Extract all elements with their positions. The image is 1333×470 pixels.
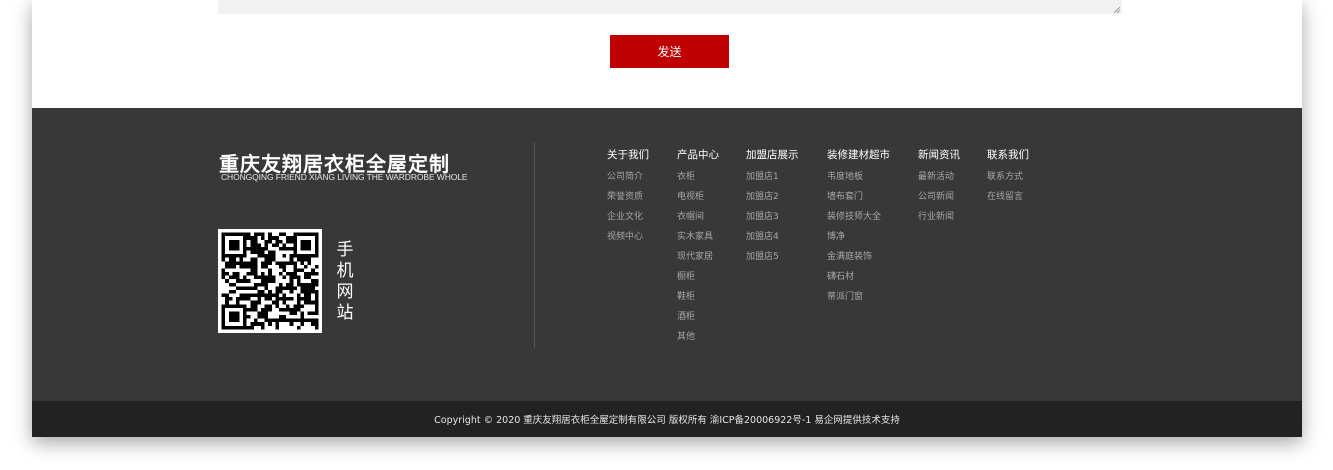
- footer-column-title[interactable]: 产品中心: [677, 148, 719, 162]
- footer-column-title[interactable]: 加盟店展示: [746, 148, 799, 162]
- footer-link[interactable]: 金满庭装饰: [827, 252, 890, 272]
- footer-column-title[interactable]: 关于我们: [607, 148, 649, 162]
- copyright-bar: Copyright © 2020 重庆友翔居衣柜全屋定制有限公司 版权所有 渝I…: [32, 401, 1302, 437]
- footer-link[interactable]: 加盟店5: [746, 252, 799, 272]
- footer-divider: [534, 142, 535, 348]
- footer-link[interactable]: 礴石材: [827, 272, 890, 292]
- footer-brand-slogan: CHONGQING FRIEND XIANG LIVING THE WARDRO…: [221, 172, 468, 182]
- footer-link[interactable]: 加盟店1: [746, 172, 799, 192]
- footer-link[interactable]: 最新活动: [918, 172, 960, 192]
- footer-link[interactable]: 公司新闻: [918, 192, 960, 212]
- footer-link[interactable]: 韦度地板: [827, 172, 890, 192]
- footer-link-list: 韦度地板 墙布套门 装修技师大全 博净 金满庭装饰 礴石材 蒂派门窗: [827, 172, 890, 312]
- footer-link[interactable]: 衣柜: [677, 172, 719, 192]
- footer-link[interactable]: 实木家具: [677, 232, 719, 252]
- page: 发送 重庆友翔居衣柜全屋定制 CHONGQING FRIEND XIANG LI…: [32, 0, 1302, 437]
- footer-column-news: 新闻资讯 最新活动 公司新闻 行业新闻: [918, 148, 960, 232]
- footer-link[interactable]: 墙布套门: [827, 192, 890, 212]
- footer-link-list: 最新活动 公司新闻 行业新闻: [918, 172, 960, 232]
- copyright-text: Copyright © 2020 重庆友翔居衣柜全屋定制有限公司 版权所有 渝I…: [434, 415, 900, 426]
- footer-link[interactable]: 公司简介: [607, 172, 649, 192]
- footer-column-title[interactable]: 装修建材超市: [827, 148, 890, 162]
- footer: 重庆友翔居衣柜全屋定制 CHONGQING FRIEND XIANG LIVIN…: [32, 108, 1302, 401]
- footer-link-list: 公司简介 荣誉资质 企业文化 视频中心: [607, 172, 649, 252]
- footer-link[interactable]: 加盟店2: [746, 192, 799, 212]
- footer-link[interactable]: 其他: [677, 332, 719, 352]
- mobile-site-label: 手机网站: [336, 240, 354, 323]
- footer-link[interactable]: 蒂派门窗: [827, 292, 890, 312]
- footer-column-contact: 联系我们 联系方式 在线留言: [987, 148, 1029, 212]
- footer-link[interactable]: 现代家居: [677, 252, 719, 272]
- footer-column-title[interactable]: 新闻资讯: [918, 148, 960, 162]
- send-button[interactable]: 发送: [610, 35, 729, 68]
- footer-link[interactable]: 加盟店3: [746, 212, 799, 232]
- qr-code-icon: [218, 229, 322, 333]
- footer-link-list: 联系方式 在线留言: [987, 172, 1029, 212]
- footer-link[interactable]: 酒柜: [677, 312, 719, 332]
- footer-column-stores: 加盟店展示 加盟店1 加盟店2 加盟店3 加盟店4 加盟店5: [746, 148, 799, 272]
- footer-link[interactable]: 视频中心: [607, 232, 649, 252]
- resize-handle-icon[interactable]: [1114, 7, 1120, 13]
- footer-link[interactable]: 荣誉资质: [607, 192, 649, 212]
- footer-link[interactable]: 联系方式: [987, 172, 1029, 192]
- footer-link[interactable]: 橱柜: [677, 272, 719, 292]
- footer-link[interactable]: 加盟店4: [746, 232, 799, 252]
- footer-link[interactable]: 电视柜: [677, 192, 719, 212]
- footer-link[interactable]: 博净: [827, 232, 890, 252]
- footer-link[interactable]: 装修技师大全: [827, 212, 890, 232]
- footer-column-about: 关于我们 公司简介 荣誉资质 企业文化 视频中心: [607, 148, 649, 252]
- footer-link[interactable]: 在线留言: [987, 192, 1029, 212]
- footer-link-list: 加盟店1 加盟店2 加盟店3 加盟店4 加盟店5: [746, 172, 799, 272]
- footer-link[interactable]: 企业文化: [607, 212, 649, 232]
- footer-column-materials: 装修建材超市 韦度地板 墙布套门 装修技师大全 博净 金满庭装饰 礴石材 蒂派门窗: [827, 148, 890, 312]
- message-textarea[interactable]: [218, 0, 1122, 14]
- footer-link[interactable]: 鞋柜: [677, 292, 719, 312]
- footer-column-title[interactable]: 联系我们: [987, 148, 1029, 162]
- footer-link[interactable]: 行业新闻: [918, 212, 960, 232]
- footer-column-products: 产品中心 衣柜 电视柜 衣帽间 实木家具 现代家居 橱柜 鞋柜 酒柜 其他: [677, 148, 719, 352]
- footer-link-list: 衣柜 电视柜 衣帽间 实木家具 现代家居 橱柜 鞋柜 酒柜 其他: [677, 172, 719, 352]
- footer-link[interactable]: 衣帽间: [677, 212, 719, 232]
